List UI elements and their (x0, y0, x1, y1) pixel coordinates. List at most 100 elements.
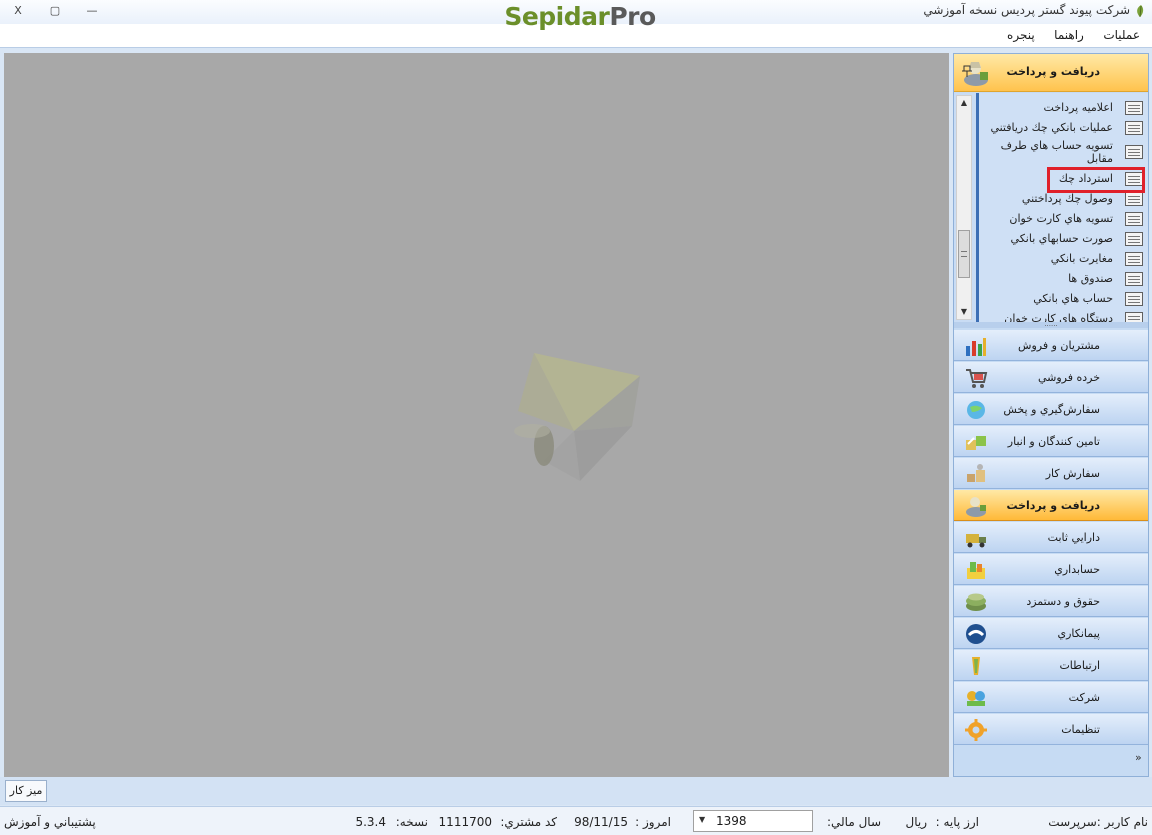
panel-splitter[interactable]: ...... (954, 321, 1148, 328)
category-company[interactable]: شركت (954, 682, 1148, 713)
category-ordering-distribution[interactable]: سفارش‌گيري و پخش (954, 394, 1148, 425)
category-label: تنظيمات (1061, 723, 1100, 736)
status-customer-code-label: كد مشتري: (500, 815, 557, 829)
communications-icon (972, 657, 980, 675)
task-label: تسويه هاي كارت خوان (1009, 212, 1113, 225)
document-list-icon (1125, 145, 1143, 159)
handshake-icon (966, 624, 986, 644)
task-label: اعلاميه پرداخت (1043, 101, 1113, 114)
category-suppliers-inventory[interactable]: تامين كنندگان و انبار (954, 426, 1148, 457)
bee-watermark-icon (514, 353, 640, 481)
scroll-thumb[interactable] (958, 230, 970, 278)
status-fiscal-year-label: سال مالي: (826, 815, 881, 829)
panel-header: دريافت و پرداخت (954, 54, 1148, 92)
category-label: دريافت و پرداخت (1006, 499, 1100, 512)
task-card-reader-devices[interactable]: دستگاه هاي كارت خوان (979, 309, 1147, 322)
category-communications[interactable]: ارتباطات (954, 650, 1148, 681)
task-list: اعلاميه پرداخت عمليات بانكي چك دريافتني … (976, 93, 1148, 322)
sepidar-logo: SepidarPro (490, 2, 670, 36)
maximize-button[interactable]: ▢ (45, 2, 65, 20)
status-version-value: 5.3.4 (355, 815, 386, 829)
receipt-payment-icon (966, 497, 986, 517)
document-list-icon (1125, 292, 1143, 306)
task-label: صورت حسابهاي بانكي (1010, 232, 1113, 245)
category-contracting[interactable]: پيمانكاري (954, 618, 1148, 649)
title-bar: X ▢ — SepidarPro شركت پيوند گستر پرديس ن… (0, 0, 1152, 31)
category-retail[interactable]: خرده فروشي (954, 362, 1148, 393)
money-stack-icon (966, 593, 986, 611)
minimize-button[interactable]: — (82, 2, 102, 20)
category-accounting[interactable]: حسابداري (954, 554, 1148, 585)
scroll-up-arrow-icon[interactable]: ▲ (957, 96, 971, 110)
globe-icon (967, 401, 985, 419)
scroll-down-arrow-icon[interactable]: ▼ (957, 305, 971, 319)
navigation-panel: دريافت و پرداخت ▲ ▼ اعلاميه پرداخت عمليا… (953, 53, 1149, 777)
status-currency-value: ريال (905, 815, 927, 829)
category-label: تامين كنندگان و انبار (1007, 435, 1100, 448)
fiscal-year-value: 1398 (716, 814, 747, 828)
tab-desktop[interactable]: ميز كار (5, 780, 47, 802)
status-bar: نام كاربر :سرپرست ارز پايه : ريال سال ما… (0, 806, 1152, 835)
task-list-area: ▲ ▼ اعلاميه پرداخت عمليات بانكي چك درياف… (954, 93, 1148, 322)
logo-text-part1: Sepidar (504, 2, 610, 31)
task-bank-accounts[interactable]: حساب هاي بانكي (979, 289, 1147, 309)
category-label: شركت (1068, 691, 1100, 704)
work-order-icon (967, 464, 985, 482)
truck-icon (966, 534, 986, 548)
status-version-label: نسخه: (395, 815, 428, 829)
chart-bars-icon (966, 338, 986, 356)
document-list-icon (1125, 232, 1143, 246)
category-payroll[interactable]: حقوق و دستمزد (954, 586, 1148, 617)
document-list-icon (1125, 212, 1143, 226)
support-link[interactable]: پشتيباني و آموزش (4, 815, 96, 829)
document-list-icon (1125, 312, 1143, 322)
task-label: صندوق ها (1068, 272, 1113, 285)
task-cheque-return[interactable]: استرداد چك (979, 169, 1147, 189)
category-receipt-payment[interactable]: دريافت و پرداخت (954, 490, 1148, 521)
close-button[interactable]: X (8, 2, 28, 20)
category-fixed-assets[interactable]: دارايي ثابت (954, 522, 1148, 553)
task-bank-reconciliation[interactable]: مغايرت بانكي (979, 249, 1147, 269)
task-received-cheque-operations[interactable]: عمليات بانكي چك دريافتني (979, 118, 1147, 138)
category-label: سفارش كار (1045, 467, 1100, 480)
task-label: تسويه حساب هاي طرف مقابل (1000, 139, 1113, 165)
chevron-down-icon: ▼ (699, 815, 706, 824)
document-list-icon (1125, 101, 1143, 115)
task-paid-cheque-collection[interactable]: وصول چك پرداختني (979, 189, 1147, 209)
task-label: حساب هاي بانكي (1033, 292, 1113, 305)
status-today-label: امروز : (635, 815, 671, 829)
status-currency-label: ارز پايه : (935, 815, 979, 829)
category-label: خرده فروشي (1037, 371, 1100, 384)
document-list-icon (1125, 192, 1143, 206)
task-list-scrollbar[interactable]: ▲ ▼ (956, 95, 972, 320)
task-bank-statements[interactable]: صورت حسابهاي بانكي (979, 229, 1147, 249)
document-tab-strip: ميز كار (0, 777, 1152, 805)
task-card-reader-settlements[interactable]: تسويه هاي كارت خوان (979, 209, 1147, 229)
document-list-icon (1125, 252, 1143, 266)
category-label: پيمانكاري (1057, 627, 1100, 640)
category-work-order[interactable]: سفارش كار (954, 458, 1148, 489)
task-cash-boxes[interactable]: صندوق ها (979, 269, 1147, 289)
category-label: مشتريان و فروش (1018, 339, 1100, 352)
pin-icon[interactable] (962, 65, 972, 77)
status-today-value: 98/11/15 (574, 815, 628, 829)
more-categories-chevron-icon[interactable]: » (1135, 751, 1142, 764)
fiscal-year-select[interactable]: 1398 ▼ (693, 810, 813, 832)
document-list-icon (1125, 272, 1143, 286)
window-title: شركت پيوند گستر پرديس نسخه آموزشي (923, 3, 1130, 17)
category-label: سفارش‌گيري و پخش (1003, 403, 1100, 416)
shopping-cart-icon (966, 369, 988, 388)
category-label: حقوق و دستمزد (1026, 595, 1100, 608)
menu-operations[interactable]: عمليات (1099, 24, 1144, 46)
task-counterparty-settlement[interactable]: تسويه حساب هاي طرف مقابل (979, 139, 1147, 165)
category-settings[interactable]: تنظيمات (954, 714, 1148, 745)
category-customers-sales[interactable]: مشتريان و فروش (954, 330, 1148, 361)
task-payment-notice[interactable]: اعلاميه پرداخت (979, 98, 1147, 118)
task-label: مغايرت بانكي (1050, 252, 1113, 265)
menu-window[interactable]: پنجره (1003, 24, 1039, 46)
menu-help[interactable]: راهنما (1050, 24, 1088, 46)
ledger-icon (967, 562, 985, 579)
category-label: حسابداري (1054, 563, 1100, 576)
document-list-icon (1125, 121, 1143, 135)
task-label: وصول چك پرداختني (1021, 192, 1113, 205)
